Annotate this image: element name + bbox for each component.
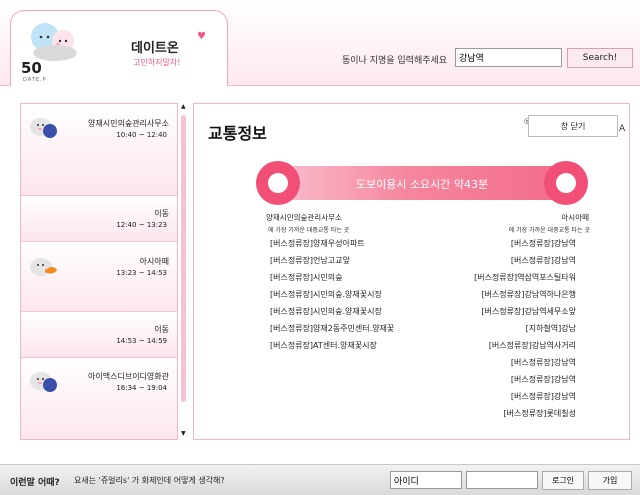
origin-stop[interactable]: [버스정류장]시민의숲 bbox=[270, 272, 342, 283]
transit-info-panel: 교통정보 ◎ 창 닫기 A 도보이용시 소요시간 약43분 양재시민의숲관리사무… bbox=[193, 103, 630, 440]
close-suffix-text: A bbox=[619, 124, 626, 134]
search-button[interactable]: Search! bbox=[567, 48, 633, 68]
origin-stop[interactable]: [버스정류장]양재우성아파트 bbox=[270, 238, 365, 249]
destination-name: 아시아떼 bbox=[561, 213, 589, 222]
id-input[interactable] bbox=[390, 471, 462, 489]
destination-stop[interactable]: [버스정류장]역삼역포스틸타워 bbox=[474, 272, 576, 283]
brand-name: 데이트온 bbox=[131, 41, 179, 56]
destination-stop[interactable]: [버스정류장]강남역사거리 bbox=[489, 340, 576, 351]
origin-stop[interactable]: [버스정류장]AT센터.양재꽃시장 bbox=[270, 340, 377, 351]
scroll-down-arrow-icon[interactable]: ▼ bbox=[181, 430, 186, 437]
cloud-blue-icon bbox=[30, 372, 57, 392]
destination-stop[interactable]: [버스정류장]강남역 bbox=[511, 238, 576, 249]
close-window-button[interactable]: 창 닫기 bbox=[528, 115, 618, 137]
page-title: 교통정보 bbox=[208, 124, 267, 143]
cloud-mascot-icon bbox=[31, 23, 77, 61]
destination-stop[interactable]: [버스정류장]롯데칠성 bbox=[504, 408, 576, 419]
walking-time-banner: 도보이용시 소요시간 약43분 bbox=[256, 161, 588, 205]
destination-stop[interactable]: [버스정류장]강남역 bbox=[511, 391, 576, 402]
schedule-place: 아이맥스디브이디영화관 bbox=[88, 372, 169, 381]
schedule-place: 아시아떼 bbox=[139, 257, 169, 266]
schedule-place: 이동 bbox=[154, 325, 169, 334]
origin-stop[interactable]: [버스정류장]시민의숲.양재꽃시장 bbox=[270, 289, 382, 300]
heart-icon: ♥ bbox=[197, 31, 206, 42]
cloud-orange-icon bbox=[30, 258, 57, 276]
schedule-time: 10:40 ~ 12:40 bbox=[116, 131, 167, 139]
origin-name: 양재시민의숲관리사무소 bbox=[266, 213, 342, 222]
logo-subtitle: DATE.P bbox=[23, 77, 47, 83]
footer: 이런말 어때? 요새는 '쥬얼리s' 가 화제인데 어떻게 생각해? 로그인 가… bbox=[0, 464, 640, 495]
walking-time-text: 도보이용시 소요시간 약43분 bbox=[355, 178, 489, 191]
origin-stop[interactable]: [버스정류장]양재2동주민센터.양재꽃 bbox=[270, 323, 394, 334]
schedule-time: 12:40 ~ 13:23 bbox=[116, 221, 167, 229]
footer-question: 이런말 어때? bbox=[10, 478, 60, 488]
schedule-list: 양재시민의숲관리사무소 10:40 ~ 12:40 이동 12:40 ~ 13:… bbox=[20, 103, 178, 440]
schedule-item[interactable]: 이동 14:53 ~ 14:59 bbox=[21, 312, 177, 358]
schedule-place: 양재시민의숲관리사무소 bbox=[88, 119, 169, 128]
destination-note: 에 가장 가까운 대중교통 타는 곳 bbox=[508, 227, 590, 234]
scroll-thumb[interactable] bbox=[181, 115, 186, 402]
header: 50 DATE.P 데이트온 ♥ 고민하지말자! 동이나 지명을 입력해주세요 … bbox=[0, 0, 640, 86]
destination-stop[interactable]: [버스정류장]강남역세무소앞 bbox=[481, 306, 576, 317]
search-label: 동이나 지명을 입력해주세요 bbox=[342, 56, 448, 66]
destination-stop[interactable]: [지하철역]강남 bbox=[526, 323, 576, 334]
scroll-up-arrow-icon[interactable]: ▲ bbox=[181, 103, 186, 110]
origin-note: 에 가장 가까운 대중교통 타는 곳 bbox=[268, 227, 350, 234]
logo-number: 50 bbox=[21, 59, 42, 77]
schedule-item[interactable]: 아시아떼 13:23 ~ 14:53 bbox=[21, 242, 177, 312]
footer-message: 요새는 '쥬얼리s' 가 화제인데 어떻게 생각해? bbox=[74, 476, 225, 485]
search-input[interactable] bbox=[455, 48, 562, 67]
schedule-scrollbar[interactable]: ▲ ▼ bbox=[178, 103, 190, 440]
schedule-item[interactable]: 양재시민의숲관리사무소 10:40 ~ 12:40 bbox=[21, 104, 177, 196]
origin-stop[interactable]: [버스정류장]언남고교앞 bbox=[270, 255, 350, 266]
password-input[interactable] bbox=[466, 471, 538, 489]
schedule-item[interactable]: 아이맥스디브이디영화관 16:34 ~ 19:04 bbox=[21, 358, 177, 439]
destination-stop[interactable]: [버스정류장]강남역 bbox=[511, 255, 576, 266]
origin-stop[interactable]: [버스정류장]시민의숲.양재꽃시장 bbox=[270, 306, 382, 317]
schedule-time: 13:23 ~ 14:53 bbox=[116, 269, 167, 277]
logo[interactable]: 50 DATE.P 데이트온 ♥ 고민하지말자! bbox=[10, 10, 228, 86]
cloud-blue-icon bbox=[30, 118, 57, 138]
destination-stop[interactable]: [버스정류장]강남역 bbox=[511, 357, 576, 368]
schedule-item[interactable]: 이동 12:40 ~ 13:23 bbox=[21, 196, 177, 242]
schedule-place: 이동 bbox=[154, 209, 169, 218]
destination-stop[interactable]: [버스정류장]강남역하나은행 bbox=[481, 289, 576, 300]
destination-stop[interactable]: [버스정류장]강남역 bbox=[511, 374, 576, 385]
schedule-time: 14:53 ~ 14:59 bbox=[116, 337, 167, 345]
join-button[interactable]: 가입 bbox=[588, 471, 632, 490]
login-button[interactable]: 로그인 bbox=[542, 471, 584, 490]
schedule-time: 16:34 ~ 19:04 bbox=[116, 384, 167, 392]
brand-slogan: 고민하지말자! bbox=[133, 58, 181, 67]
